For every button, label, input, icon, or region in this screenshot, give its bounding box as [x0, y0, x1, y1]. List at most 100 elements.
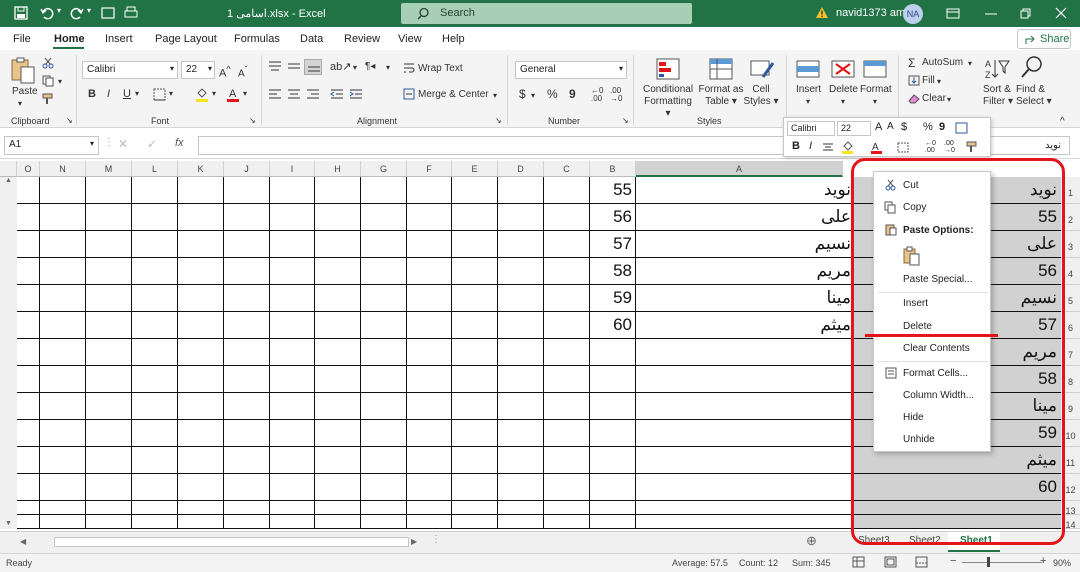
- zoom-slider-thumb[interactable]: [987, 557, 990, 567]
- format-as-table-icon[interactable]: [708, 57, 734, 81]
- mini-font-combo[interactable]: Calibri: [787, 121, 835, 136]
- mini-font-color-icon[interactable]: A: [870, 140, 883, 154]
- cell[interactable]: نوید: [636, 180, 851, 200]
- align-center-icon[interactable]: [287, 88, 301, 100]
- tab-review[interactable]: Review: [344, 33, 380, 45]
- tab-home[interactable]: Home: [54, 33, 85, 45]
- tab-view[interactable]: View: [398, 33, 422, 45]
- tab-insert[interactable]: Insert: [105, 33, 133, 45]
- font-color-icon[interactable]: A: [226, 87, 240, 102]
- cell-styles-button[interactable]: Cell Styles ▾: [742, 84, 780, 108]
- delete-cells-icon[interactable]: [830, 57, 856, 81]
- column-header-l[interactable]: L: [132, 161, 178, 177]
- find-select-button[interactable]: Find & Select ▾: [1016, 84, 1052, 108]
- font-color-dropdown-icon[interactable]: ▾: [243, 88, 247, 100]
- format-painter-icon[interactable]: [42, 93, 55, 105]
- redo-icon[interactable]: [70, 6, 84, 20]
- column-header-o[interactable]: O: [17, 161, 40, 177]
- column-header-k[interactable]: K: [178, 161, 224, 177]
- cell-styles-icon[interactable]: [749, 57, 775, 81]
- paste-dropdown-icon[interactable]: ▾: [18, 98, 22, 110]
- mini-format-icon[interactable]: [955, 122, 968, 134]
- minimize-icon[interactable]: [985, 13, 997, 15]
- mini-italic-icon[interactable]: I: [809, 140, 812, 152]
- page-break-view-icon[interactable]: [915, 556, 928, 568]
- cell[interactable]: مریم: [636, 261, 851, 281]
- increase-indent-icon[interactable]: [349, 88, 363, 100]
- mini-center-icon[interactable]: [822, 142, 834, 153]
- cell[interactable]: مینا: [636, 288, 851, 308]
- cell[interactable]: 60: [590, 315, 632, 335]
- undo-dropdown-icon[interactable]: ▾: [57, 6, 61, 15]
- currency-dropdown-icon[interactable]: ▾: [531, 90, 535, 102]
- number-launcher-icon[interactable]: ↘: [622, 116, 629, 125]
- mini-decrease-decimal-icon[interactable]: .00 →0: [944, 140, 955, 154]
- format-cells-icon[interactable]: [862, 57, 888, 81]
- delete-dropdown-icon[interactable]: ▾: [841, 96, 845, 108]
- autosum-dropdown-icon[interactable]: ▾: [968, 58, 972, 70]
- column-header-d[interactable]: D: [498, 161, 544, 177]
- autosum-icon[interactable]: Σ: [908, 57, 915, 69]
- fill-button[interactable]: Fill: [922, 75, 935, 87]
- merge-center-button[interactable]: Merge & Center: [418, 89, 489, 101]
- scroll-left-icon[interactable]: ◀: [20, 537, 26, 546]
- zoom-in-icon[interactable]: +: [1040, 555, 1046, 567]
- normal-view-icon[interactable]: [852, 556, 865, 568]
- rtl-dropdown-icon[interactable]: ▾: [386, 62, 390, 74]
- orientation-icon[interactable]: ab↗: [330, 61, 351, 73]
- column-header-c[interactable]: C: [544, 161, 590, 177]
- mini-comma-icon[interactable]: 9: [939, 121, 945, 133]
- mini-format-painter-icon[interactable]: [966, 141, 978, 153]
- save-icon[interactable]: [14, 6, 28, 20]
- cell[interactable]: نسیم: [636, 234, 851, 254]
- increase-font-icon[interactable]: A^: [219, 63, 231, 80]
- scroll-right-icon[interactable]: ▶: [411, 537, 417, 546]
- middle-align-icon[interactable]: [287, 61, 301, 73]
- column-header-a[interactable]: A: [636, 161, 843, 177]
- tab-file[interactable]: File: [13, 33, 31, 45]
- collapse-ribbon-icon[interactable]: ^: [1060, 116, 1065, 127]
- tab-data[interactable]: Data: [300, 33, 323, 45]
- column-header-g[interactable]: G: [361, 161, 407, 177]
- clear-button[interactable]: Clear: [922, 93, 946, 105]
- account-name[interactable]: navid1373 amz: [836, 7, 911, 19]
- horizontal-scrollbar[interactable]: [54, 537, 409, 547]
- vertical-scrollbar[interactable]: ▲ ▼: [0, 177, 17, 529]
- mini-currency-icon[interactable]: $: [901, 121, 907, 133]
- cell[interactable]: 59: [590, 288, 632, 308]
- borders-icon[interactable]: [153, 88, 166, 101]
- close-icon[interactable]: [1055, 7, 1067, 19]
- sort-filter-icon[interactable]: AZ: [984, 57, 1010, 81]
- wrap-text-button[interactable]: Wrap Text: [418, 63, 463, 75]
- cell[interactable]: 57: [590, 234, 632, 254]
- tab-formulas[interactable]: Formulas: [234, 33, 280, 45]
- print-icon[interactable]: [124, 6, 138, 20]
- cell[interactable]: 56: [590, 207, 632, 227]
- orientation-dropdown-icon[interactable]: ▾: [353, 62, 357, 74]
- tab-page-layout[interactable]: Page Layout: [155, 33, 217, 45]
- underline-dropdown-icon[interactable]: ▾: [135, 88, 139, 100]
- cell[interactable]: میثم: [636, 315, 851, 335]
- column-header-b[interactable]: B: [590, 161, 636, 177]
- conditional-formatting-button[interactable]: Conditional Formatting ▾: [643, 84, 693, 120]
- column-header-f[interactable]: F: [407, 161, 452, 177]
- paste-button[interactable]: Paste: [12, 86, 38, 98]
- merge-dropdown-icon[interactable]: ▾: [493, 90, 497, 102]
- zoom-slider[interactable]: [962, 562, 1042, 563]
- zoom-level[interactable]: 90%: [1053, 558, 1071, 568]
- number-format-combo[interactable]: General ▾: [515, 61, 627, 79]
- share-button[interactable]: Share: [1017, 29, 1071, 49]
- fill-down-icon[interactable]: [908, 75, 920, 86]
- fill-color-icon[interactable]: [195, 87, 209, 102]
- font-launcher-icon[interactable]: ↘: [249, 116, 256, 125]
- increase-decimal-icon[interactable]: ←0.00: [591, 87, 603, 103]
- insert-cells-button[interactable]: Insert: [796, 84, 821, 96]
- decrease-indent-icon[interactable]: [330, 88, 344, 100]
- name-box[interactable]: A1 ▾: [4, 136, 99, 155]
- mini-size-combo[interactable]: 22: [837, 121, 871, 136]
- copy-dropdown-icon[interactable]: ▾: [58, 76, 62, 88]
- undo-icon[interactable]: [40, 6, 54, 20]
- scroll-up-icon[interactable]: ▲: [5, 177, 12, 184]
- enter-icon[interactable]: ✓: [147, 137, 157, 151]
- mini-fill-color-icon[interactable]: [841, 140, 854, 154]
